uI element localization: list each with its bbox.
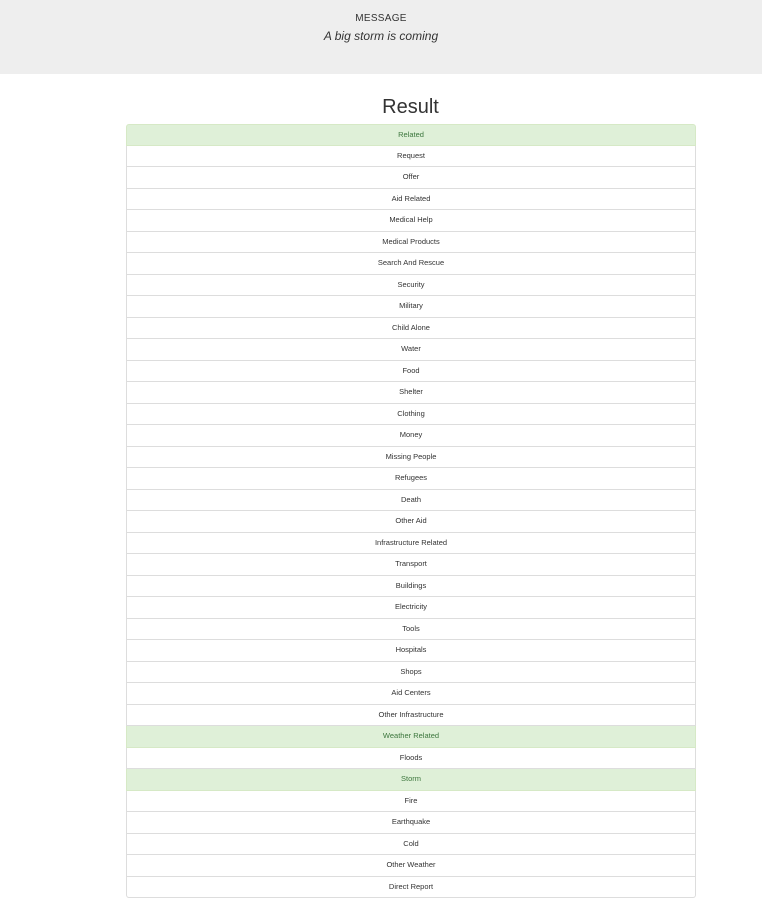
category-item: Death <box>126 489 696 511</box>
category-item: Electricity <box>126 597 696 619</box>
category-item: Water <box>126 339 696 361</box>
category-item: Medical Help <box>126 210 696 232</box>
category-item: Aid Related <box>126 188 696 210</box>
category-list: Related Request Offer Aid Related Medical He… <box>126 124 696 898</box>
category-item: Related <box>126 124 696 146</box>
category-item: Missing People <box>126 446 696 468</box>
message-label: MESSAGE <box>355 13 407 24</box>
category-item: Offer <box>126 167 696 189</box>
category-item: Security <box>126 274 696 296</box>
category-item: Hospitals <box>126 640 696 662</box>
message-text: A big storm is coming <box>323 29 439 43</box>
category-item: Refugees <box>126 468 696 490</box>
category-item: Other Infrastructure <box>126 704 696 726</box>
category-item: Clothing <box>126 403 696 425</box>
category-item: Weather Related <box>126 726 696 748</box>
category-item: Storm <box>126 769 696 791</box>
category-item: Buildings <box>126 575 696 597</box>
category-item: Floods <box>126 747 696 769</box>
category-item: Military <box>126 296 696 318</box>
category-item: Request <box>126 145 696 167</box>
category-item: Food <box>126 360 696 382</box>
result-title: Result <box>382 96 439 118</box>
category-item: Search And Rescue <box>126 253 696 275</box>
category-item: Shelter <box>126 382 696 404</box>
category-item: Medical Products <box>126 231 696 253</box>
category-item: Cold <box>126 833 696 855</box>
category-item: Fire <box>126 790 696 812</box>
category-item: Child Alone <box>126 317 696 339</box>
category-item: Infrastructure Related <box>126 532 696 554</box>
category-item: Other Aid <box>126 511 696 533</box>
category-item: Other Weather <box>126 855 696 877</box>
category-item: Direct Report <box>126 876 696 898</box>
category-item: Aid Centers <box>126 683 696 705</box>
category-item: Transport <box>126 554 696 576</box>
category-item: Shops <box>126 661 696 683</box>
message-header: MESSAGE A big storm is coming <box>0 0 762 74</box>
category-item: Money <box>126 425 696 447</box>
category-item: Tools <box>126 618 696 640</box>
category-item: Earthquake <box>126 812 696 834</box>
